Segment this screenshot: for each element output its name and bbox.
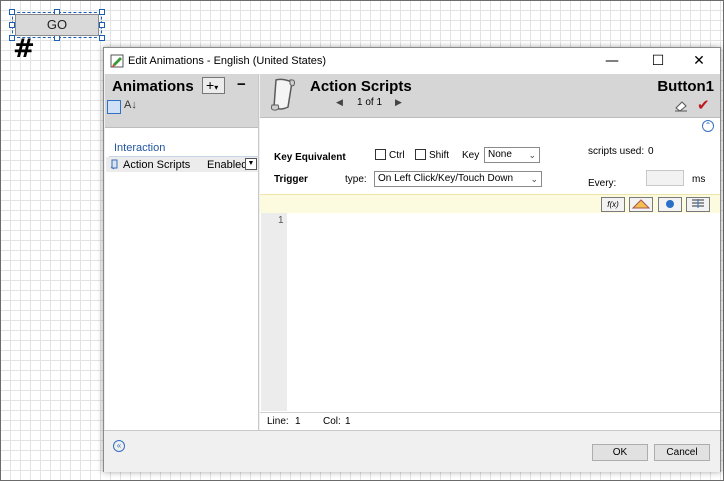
action-script-icon <box>110 159 118 170</box>
alphabetical-sort-icon[interactable]: A↓ <box>124 99 137 111</box>
chevron-down-icon: ▾ <box>214 83 219 92</box>
attribute-browser-glyph <box>631 199 651 209</box>
resize-handle-e[interactable] <box>99 22 105 28</box>
chevron-down-icon: ⌄ <box>530 174 538 184</box>
trigger-type-select[interactable]: On Left Click/Key/Touch Down ⌄ <box>374 171 542 187</box>
display-scripts-icon[interactable] <box>658 197 682 212</box>
animations-panel: Animations +▾ − A↓ Interaction Action Sc… <box>105 74 259 430</box>
close-button[interactable]: ✕ <box>676 48 722 74</box>
add-animation-button[interactable]: +▾ <box>202 77 225 94</box>
object-name: Button1 <box>657 78 714 95</box>
scripts-used-value: 0 <box>648 146 654 157</box>
eraser-icon[interactable] <box>674 100 688 112</box>
go-button[interactable]: GO <box>15 14 99 36</box>
trigger-label: Trigger <box>274 174 308 185</box>
script-list-icon[interactable] <box>686 197 710 212</box>
plus-icon: + <box>206 77 215 93</box>
list-item[interactable]: Action Scripts Enabled ▼ <box>106 157 258 172</box>
col-label: Col: <box>323 416 341 427</box>
maximize-button[interactable]: ☐ <box>635 48 681 74</box>
scroll-icon <box>271 78 295 111</box>
chevron-down-icon: ▼ <box>247 160 255 167</box>
every-label: Every: <box>588 178 617 189</box>
line-value: 1 <box>295 416 301 427</box>
edit-animations-dialog: Edit Animations - English (United States… <box>103 47 721 472</box>
resize-handle-ne[interactable] <box>99 9 105 15</box>
shift-label: Shift <box>429 150 450 161</box>
previous-script-icon[interactable]: ◀ <box>336 97 343 108</box>
animations-header: Animations +▾ − A↓ <box>105 74 258 128</box>
function-browser-icon[interactable]: f(x) <box>601 197 625 212</box>
shift-checkbox[interactable] <box>415 149 426 160</box>
script-editor[interactable] <box>288 213 720 411</box>
animation-name: Action Scripts <box>123 159 191 171</box>
group-interaction: Interaction <box>114 142 166 154</box>
script-toolbar: f(x) <box>260 194 720 213</box>
trigger-type-label: type: <box>345 174 367 185</box>
resize-handle-se[interactable] <box>99 35 105 41</box>
dialog-titlebar: Edit Animations - English (United States… <box>104 48 720 74</box>
editor-gutter <box>261 213 287 411</box>
every-input[interactable] <box>646 170 684 186</box>
key-label: Key <box>462 150 480 161</box>
script-config-area: ⌃ Key Equivalent Ctrl Shift Key None ⌄ s… <box>260 118 720 430</box>
animations-title: Animations <box>112 78 194 95</box>
chevron-down-icon: ⌄ <box>528 150 536 160</box>
collapse-left-icon[interactable]: « <box>113 440 125 452</box>
attribute-browser-icon[interactable] <box>629 197 653 212</box>
next-script-icon[interactable]: ▶ <box>395 97 402 108</box>
hash-animation-indicator: # <box>13 34 35 64</box>
status-dropdown[interactable]: ▼ <box>245 158 257 170</box>
editor-status-bar: Line: 1 Col: 1 <box>260 412 720 430</box>
action-scripts-header: Action Scripts ◀ 1 of 1 ▶ Button1 ✔ <box>260 74 720 118</box>
dialog-footer: « OK Cancel <box>104 430 720 472</box>
scripts-used-label: scripts used: <box>588 146 645 157</box>
col-value: 1 <box>345 416 351 427</box>
remove-animation-button[interactable]: − <box>237 76 246 93</box>
ok-button[interactable]: OK <box>592 444 648 461</box>
key-equivalent-label: Key Equivalent <box>274 152 346 163</box>
animation-status: Enabled <box>207 159 248 171</box>
collapse-up-icon[interactable]: ⌃ <box>702 120 714 132</box>
edit-animations-icon <box>110 54 124 68</box>
script-list-glyph <box>692 199 704 208</box>
every-unit: ms <box>692 174 706 185</box>
minimize-button[interactable]: — <box>589 48 635 74</box>
line-number: 1 <box>278 215 284 226</box>
dialog-title: Edit Animations - English (United States… <box>128 55 327 67</box>
line-label: Line: <box>267 416 289 427</box>
action-scripts-title: Action Scripts <box>310 78 412 95</box>
key-select[interactable]: None ⌄ <box>484 147 540 163</box>
key-select-value: None <box>488 149 512 160</box>
cancel-button[interactable]: Cancel <box>654 444 710 461</box>
display-scripts-glyph <box>666 200 674 208</box>
ctrl-label: Ctrl <box>389 150 405 161</box>
page-info: 1 of 1 <box>357 97 383 108</box>
trigger-type-value: On Left Click/Key/Touch Down <box>378 173 514 184</box>
ctrl-checkbox[interactable] <box>375 149 386 160</box>
categorized-view-icon[interactable] <box>107 100 121 114</box>
validate-check-icon[interactable]: ✔ <box>697 96 710 114</box>
